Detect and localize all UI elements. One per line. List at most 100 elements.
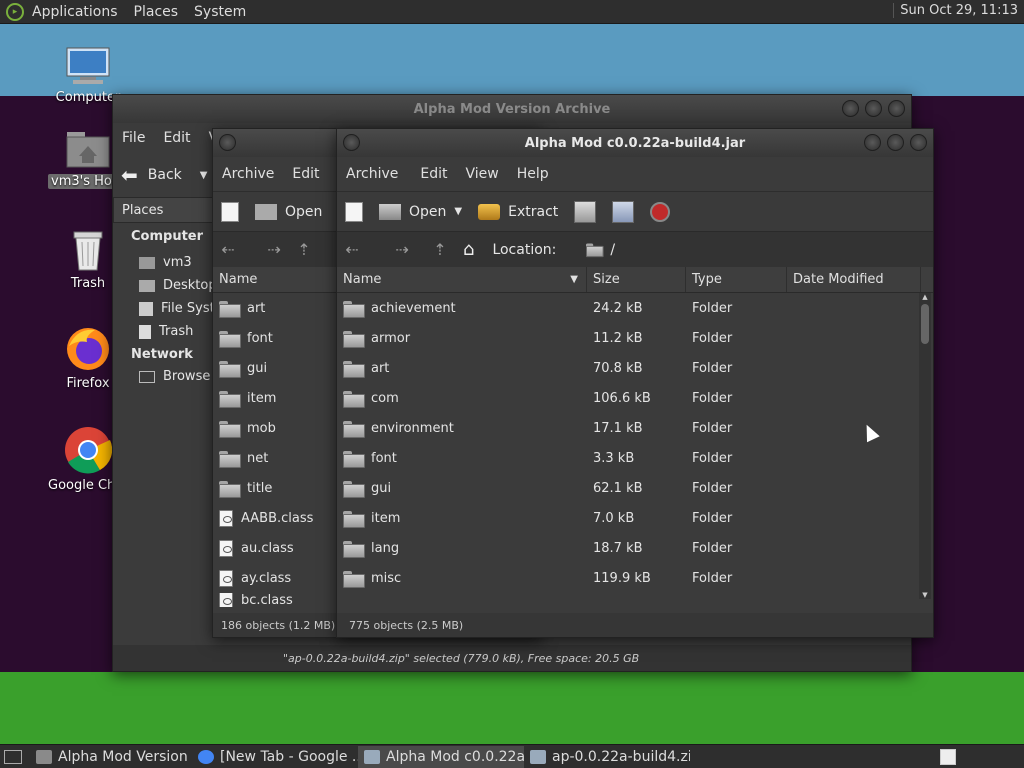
table-row[interactable]: mob56.6 kBFolder — [337, 593, 933, 599]
menu-help[interactable]: Help — [508, 166, 558, 182]
cell-size: 24.2 kB — [593, 300, 643, 316]
places-menu[interactable]: Places — [126, 4, 187, 20]
folder-icon — [343, 480, 365, 498]
menu-edit[interactable]: Edit — [283, 166, 328, 182]
show-desktop-icon[interactable] — [4, 749, 22, 764]
table-row[interactable]: art 70.8 kB Folder — [337, 353, 933, 383]
class-file-icon — [219, 569, 233, 587]
forward-nav-icon[interactable]: ⇢ — [387, 240, 417, 259]
folder-icon — [343, 330, 365, 348]
menu-archive[interactable]: Archive — [337, 166, 407, 182]
cell-name: art — [371, 360, 390, 376]
column-date-modified[interactable]: Date Modified — [787, 267, 921, 292]
folder-icon — [219, 420, 241, 438]
file-manager-titlebar[interactable]: Alpha Mod Version Archive — [113, 95, 911, 123]
table-row[interactable]: font 3.3 kB Folder — [337, 443, 933, 473]
maximize-button[interactable] — [865, 100, 882, 117]
menu-edit[interactable]: Edit — [411, 166, 456, 182]
new-archive-icon — [345, 201, 363, 222]
clock[interactable]: Sun Oct 29, 11:13 — [893, 3, 1018, 18]
folder-icon — [343, 540, 365, 558]
maximize-button[interactable] — [887, 134, 904, 151]
back-arrow-icon[interactable]: ⬅ — [121, 163, 138, 187]
cell-type: Folder — [692, 510, 733, 526]
workspace-switcher-icon[interactable] — [940, 749, 956, 765]
table-row[interactable]: misc 119.9 kB Folder — [337, 563, 933, 593]
extract-button[interactable]: Extract — [470, 203, 566, 220]
new-archive-button[interactable] — [337, 201, 371, 222]
open-dropdown-icon[interactable]: ▼ — [454, 206, 462, 217]
applications-menu[interactable]: Applications — [24, 4, 126, 20]
window-title: Alpha Mod c0.0.22a-build4.jar — [524, 135, 746, 151]
up-nav-icon[interactable]: ⇡ — [425, 240, 455, 259]
table-row[interactable]: armor 11.2 kB Folder — [337, 323, 933, 353]
column-type[interactable]: Type — [686, 267, 787, 292]
back-nav-icon[interactable]: ⇠ — [337, 240, 367, 259]
cell-name: com — [371, 390, 399, 406]
taskbar-item-file-manager[interactable]: Alpha Mod Version ... — [30, 746, 192, 768]
sidebar-places-select[interactable]: Places — [122, 203, 163, 218]
scroll-up-icon[interactable]: ▲ — [919, 293, 931, 301]
folder-icon — [36, 749, 52, 764]
window-menu-button[interactable] — [343, 134, 360, 151]
open-button[interactable]: Open — [247, 203, 330, 220]
table-row[interactable]: com 106.6 kB Folder — [337, 383, 933, 413]
scrollbar-thumb[interactable] — [921, 304, 929, 344]
class-file-icon — [219, 539, 233, 557]
cell-type: Folder — [692, 300, 733, 316]
table-row[interactable]: lang 18.7 kB Folder — [337, 533, 933, 563]
cell-size: 17.1 kB — [593, 420, 643, 436]
folder-icon — [343, 300, 365, 318]
close-button[interactable] — [910, 134, 927, 151]
cell-name: item — [371, 510, 401, 526]
menu-file[interactable]: File — [113, 130, 154, 146]
folder-icon — [343, 570, 365, 588]
open-button[interactable]: Open — [371, 203, 454, 220]
add-folder-button[interactable] — [604, 200, 642, 223]
new-archive-button[interactable] — [213, 201, 247, 222]
column-name[interactable]: Name ▼ — [337, 267, 587, 292]
stop-button[interactable] — [642, 201, 678, 222]
class-file-icon — [219, 509, 233, 527]
cell-name: lang — [371, 540, 400, 556]
sort-desc-icon: ▼ — [570, 274, 578, 285]
table-row[interactable]: gui 62.1 kB Folder — [337, 473, 933, 503]
cell-size: 18.7 kB — [593, 540, 643, 556]
menu-view[interactable]: View — [457, 166, 508, 182]
window-menu-button[interactable] — [219, 134, 236, 151]
forward-nav-icon[interactable]: ⇢ — [259, 240, 289, 259]
taskbar-item-archive-jar[interactable]: Alpha Mod c0.0.22a... — [358, 745, 524, 768]
system-menu[interactable]: System — [186, 4, 254, 20]
firefox-icon — [65, 326, 111, 372]
column-size[interactable]: Size — [587, 267, 686, 292]
back-dropdown-icon[interactable]: ▼ — [200, 170, 208, 181]
add-files-button[interactable] — [566, 200, 604, 223]
location-path[interactable]: / — [610, 242, 615, 258]
minimize-button[interactable] — [864, 134, 881, 151]
folder-icon — [219, 330, 241, 348]
back-button[interactable]: Back — [148, 167, 182, 183]
table-row[interactable]: achievement 24.2 kB Folder — [337, 293, 933, 323]
cell-name: font — [371, 450, 397, 466]
minimize-button[interactable] — [842, 100, 859, 117]
vertical-scrollbar[interactable]: ▲ ▼ — [919, 293, 931, 599]
scroll-down-icon[interactable]: ▼ — [919, 591, 931, 599]
taskbar-item-chrome[interactable]: [New Tab - Google ... — [192, 746, 358, 768]
up-nav-icon[interactable]: ⇡ — [289, 240, 319, 259]
trash-small-icon — [139, 324, 151, 339]
table-row[interactable]: item 7.0 kB Folder — [337, 503, 933, 533]
back-nav-icon[interactable]: ⇠ — [213, 240, 243, 259]
add-folder-icon — [612, 200, 635, 223]
taskbar-item-archive-zip[interactable]: ap-0.0.22a-build4.zip — [524, 746, 690, 768]
archive-front-titlebar[interactable]: Alpha Mod c0.0.22a-build4.jar — [337, 129, 933, 157]
bottom-taskbar: Alpha Mod Version ... [New Tab - Google … — [0, 744, 1024, 768]
home-icon[interactable]: ⌂ — [463, 239, 474, 260]
menu-archive[interactable]: Archive — [213, 166, 283, 182]
cell-size: 3.3 kB — [593, 450, 635, 466]
close-button[interactable] — [888, 100, 905, 117]
cell-name: gui — [371, 480, 392, 496]
home-folder-icon — [65, 128, 111, 170]
distro-logo-icon[interactable]: ▸ — [6, 2, 24, 21]
menu-edit[interactable]: Edit — [154, 130, 199, 146]
table-row[interactable]: environment 17.1 kB Folder — [337, 413, 933, 443]
